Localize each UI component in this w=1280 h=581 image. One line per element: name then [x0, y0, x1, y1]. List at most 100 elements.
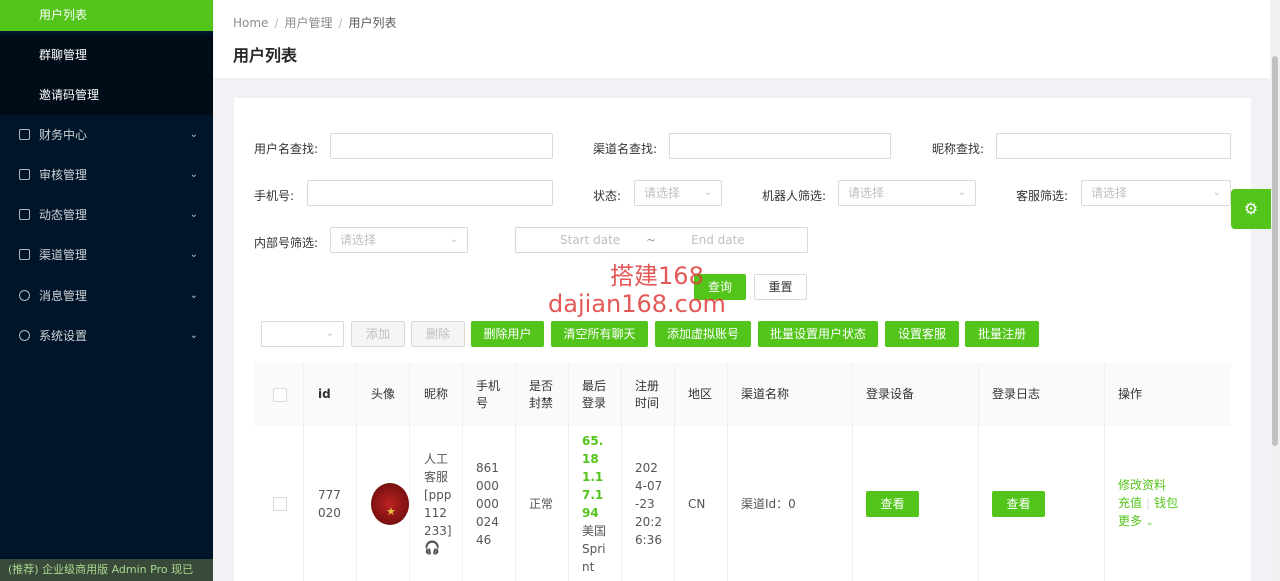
- delete-button[interactable]: 删除: [411, 321, 465, 347]
- cell-register-time: 2024-07-23 20:26:36: [622, 426, 675, 581]
- service-label: 客服筛选:: [1016, 189, 1069, 203]
- date-range-picker[interactable]: Start date ~ End date: [515, 227, 808, 253]
- reset-button[interactable]: 重置: [754, 274, 807, 300]
- column-header-log: 登录日志: [979, 363, 1105, 426]
- chevron-down-icon: ⌄: [189, 249, 198, 260]
- more-actions-link[interactable]: 更多 ⌄: [1118, 512, 1153, 532]
- sidebar-item-label: 动态管理: [39, 208, 88, 222]
- breadcrumb-user-management[interactable]: 用户管理: [284, 16, 332, 30]
- service-placeholder: 请选择: [1091, 186, 1128, 200]
- chevron-down-icon: ⌄: [189, 209, 198, 220]
- robot-label: 机器人筛选:: [762, 189, 827, 203]
- chevron-down-icon: ⌄: [449, 234, 458, 245]
- internal-placeholder: 请选择: [340, 233, 377, 247]
- select-all-cell: [254, 363, 304, 426]
- sidebar-item-finance[interactable]: 财务中心 ⌄: [0, 115, 213, 155]
- page-title: 用户列表: [233, 46, 298, 65]
- add-button[interactable]: 添加: [351, 321, 405, 347]
- chevron-down-icon: ⌄: [703, 187, 712, 198]
- sidebar-item-feed[interactable]: 动态管理 ⌄: [0, 195, 213, 235]
- row-checkbox[interactable]: [273, 496, 287, 511]
- column-header-nickname: 昵称: [410, 363, 463, 426]
- edit-profile-link[interactable]: 修改资料: [1118, 476, 1166, 494]
- row-select-cell: [254, 426, 304, 581]
- sidebar-item-settings[interactable]: 系统设置 ⌄: [0, 316, 213, 356]
- recharge-link[interactable]: 充值: [1118, 496, 1142, 510]
- robot-select[interactable]: 请选择 ⌄: [838, 180, 976, 206]
- sidebar-item-message[interactable]: 消息管理 ⌄: [0, 276, 213, 316]
- nickname-label: 昵称查找:: [932, 142, 985, 156]
- chevron-down-icon: ⌄: [1145, 517, 1154, 528]
- last-login-ip: 65.181.17.194: [582, 433, 604, 520]
- column-header-actions: 操作: [1118, 387, 1143, 401]
- more-label: 更多: [1118, 513, 1143, 528]
- action-divider: |: [1146, 495, 1151, 510]
- column-header-last-login: 最后登录: [569, 363, 622, 426]
- chevron-down-icon: ⌄: [957, 187, 966, 198]
- settings-drawer-toggle[interactable]: ⚙: [1231, 189, 1271, 229]
- sidebar-item-label: 用户列表: [39, 8, 88, 22]
- page-header: Home / 用户管理 / 用户列表 用户列表: [214, 0, 1270, 78]
- page-scrollbar[interactable]: [1270, 0, 1280, 581]
- start-date-input[interactable]: Start date: [560, 228, 620, 252]
- cell-nickname: 人工客服[ppp112233] 🎧: [410, 426, 463, 581]
- breadcrumb: Home / 用户管理 / 用户列表: [233, 16, 397, 30]
- finance-icon: [19, 129, 30, 140]
- nickname-input[interactable]: [996, 133, 1231, 159]
- phone-input[interactable]: [307, 180, 553, 206]
- sidebar: 用户列表 群聊管理 邀请码管理 财务中心 ⌄ 审核管理 ⌄ 动态管理 ⌄ 渠道管理 ⌄ …: [0, 0, 213, 581]
- sidebar-item-label: 群聊管理: [39, 48, 88, 62]
- select-all-checkbox[interactable]: [273, 387, 287, 402]
- batch-register-button[interactable]: 批量注册: [965, 321, 1039, 347]
- sidebar-item-user-list[interactable]: 用户列表: [0, 0, 213, 31]
- status-select[interactable]: 请选择 ⌄: [634, 180, 722, 206]
- chevron-down-icon: ⌄: [1212, 187, 1221, 198]
- robot-placeholder: 请选择: [848, 186, 885, 200]
- set-service-button[interactable]: 设置客服: [885, 321, 959, 347]
- view-device-button[interactable]: 查看: [866, 490, 919, 517]
- sidebar-item-group-chat[interactable]: 群聊管理: [0, 35, 213, 75]
- watermark-line1: 搭建168: [610, 262, 704, 290]
- delete-user-button[interactable]: 删除用户: [471, 321, 544, 347]
- column-header-channel: 渠道名称: [728, 363, 853, 426]
- column-header-phone: 手机号: [463, 363, 516, 426]
- username-label: 用户名查找:: [254, 142, 319, 156]
- bulk-action-select[interactable]: ⌄: [261, 321, 344, 347]
- sidebar-item-audit[interactable]: 审核管理 ⌄: [0, 155, 213, 195]
- channel-icon: [19, 249, 30, 260]
- phone-label: 手机号:: [254, 189, 295, 203]
- end-date-input[interactable]: End date: [691, 228, 745, 252]
- status-placeholder: 请选择: [644, 186, 681, 200]
- cell-avatar: ★: [357, 426, 410, 581]
- channel-input[interactable]: [669, 133, 891, 159]
- column-header-region: 地区: [675, 363, 728, 426]
- batch-set-status-button[interactable]: 批量设置用户状态: [758, 321, 878, 347]
- clear-chats-button[interactable]: 清空所有聊天: [551, 321, 648, 347]
- scrollbar-thumb[interactable]: [1272, 56, 1278, 446]
- promo-banner[interactable]: (推荐) 企业级商用版 Admin Pro 现已: [0, 559, 213, 581]
- sidebar-item-label: 邀请码管理: [39, 88, 100, 102]
- breadcrumb-home[interactable]: Home: [233, 16, 268, 30]
- watermark: 搭建168 dajian168.com: [548, 262, 726, 318]
- breadcrumb-current: 用户列表: [348, 16, 397, 30]
- column-header-id[interactable]: id: [304, 363, 357, 426]
- watermark-line2: dajian168.com: [548, 290, 726, 318]
- sidebar-item-channel[interactable]: 渠道管理 ⌄: [0, 235, 213, 275]
- table-header: id 头像 昵称 手机号 是否封禁 最后登录 注册时间 地区 渠道名称 登录设备…: [254, 363, 1231, 427]
- chevron-down-icon: ⌄: [189, 330, 198, 341]
- cell-region: CN: [675, 426, 728, 581]
- internal-select[interactable]: 请选择 ⌄: [330, 227, 468, 253]
- star-icon: ★: [386, 504, 396, 518]
- wallet-link[interactable]: 钱包: [1154, 496, 1178, 510]
- service-select[interactable]: 请选择 ⌄: [1081, 180, 1231, 206]
- column-header-register-time: 注册时间: [622, 363, 675, 426]
- username-input[interactable]: [330, 133, 553, 159]
- feed-icon: [19, 209, 30, 220]
- add-virtual-account-button[interactable]: 添加虚拟账号: [655, 321, 751, 347]
- sidebar-item-label: 审核管理: [39, 168, 88, 182]
- view-log-button[interactable]: 查看: [992, 490, 1045, 517]
- audit-icon: [19, 169, 30, 180]
- sidebar-item-label: 系统设置: [39, 329, 88, 343]
- sidebar-item-invite-code[interactable]: 邀请码管理: [0, 75, 213, 115]
- column-header-avatar: 头像: [357, 363, 410, 426]
